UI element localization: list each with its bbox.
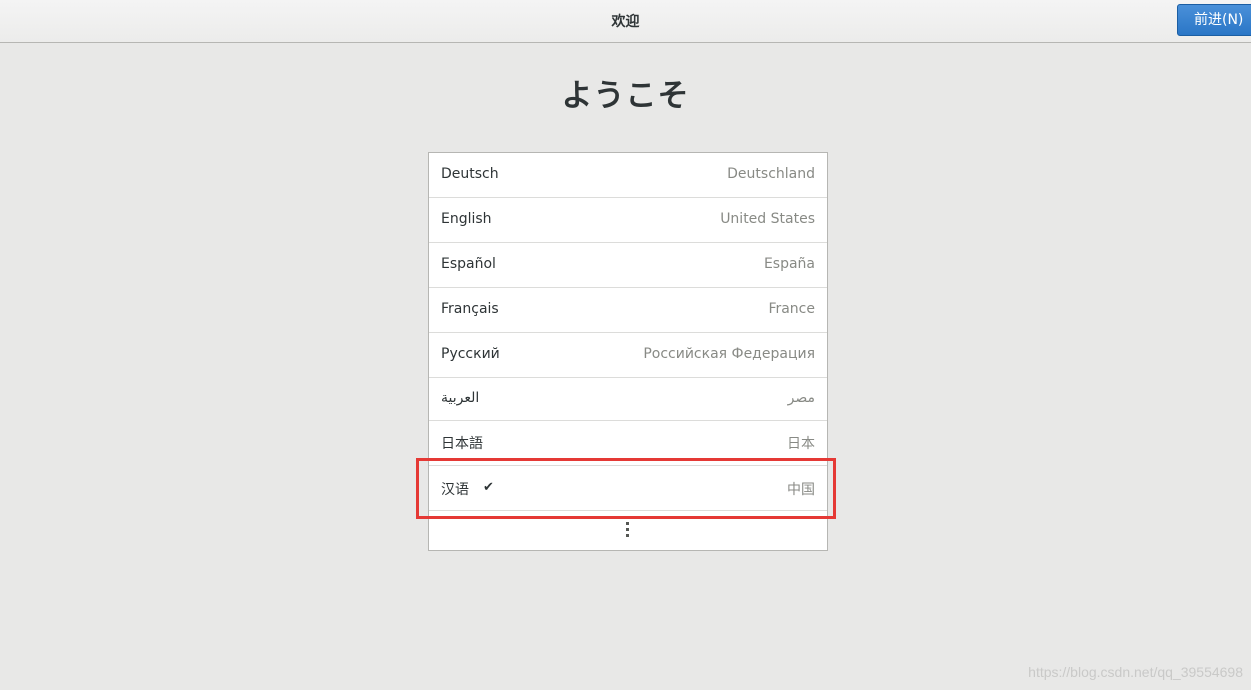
- language-name: 汉语: [441, 482, 469, 498]
- language-row-japanese[interactable]: 日本語 日本: [429, 421, 827, 466]
- language-region: 日本: [787, 436, 815, 452]
- language-row-arabic[interactable]: العربية مصر: [429, 378, 827, 421]
- language-row-russian[interactable]: Русский Российская Федерация: [429, 333, 827, 378]
- language-name: Русский: [441, 346, 500, 362]
- language-region: Российская Федерация: [643, 346, 815, 362]
- language-name: English: [441, 211, 492, 227]
- language-region: France: [768, 301, 815, 317]
- language-region: مصر: [787, 390, 815, 406]
- check-icon: ✔: [483, 480, 494, 495]
- language-name: 日本語: [441, 436, 483, 452]
- language-name: Français: [441, 301, 499, 317]
- watermark: https://blog.csdn.net/qq_39554698: [1028, 664, 1243, 680]
- next-button[interactable]: 前进(N): [1177, 4, 1251, 36]
- more-languages-button[interactable]: [429, 511, 827, 550]
- page-title: ようこそ: [561, 78, 690, 114]
- language-list: Deutsch Deutschland English United State…: [428, 152, 828, 551]
- language-name: Español: [441, 256, 496, 272]
- vertical-ellipsis-icon: [626, 522, 630, 538]
- language-region: United States: [720, 211, 815, 227]
- language-region: Deutschland: [727, 166, 815, 182]
- language-row-espanol[interactable]: Español España: [429, 243, 827, 288]
- language-region: 中国: [787, 482, 815, 498]
- header-bar: 欢迎 前进(N): [0, 0, 1251, 43]
- language-name: العربية: [441, 390, 480, 406]
- header-title: 欢迎: [611, 14, 640, 30]
- language-region: España: [763, 256, 815, 272]
- language-name: Deutsch: [441, 166, 499, 182]
- language-row-deutsch[interactable]: Deutsch Deutschland: [429, 153, 827, 198]
- language-row-chinese[interactable]: 汉语 ✔ 中国: [429, 466, 827, 511]
- language-row-english[interactable]: English United States: [429, 198, 827, 243]
- language-row-francais[interactable]: Français France: [429, 288, 827, 333]
